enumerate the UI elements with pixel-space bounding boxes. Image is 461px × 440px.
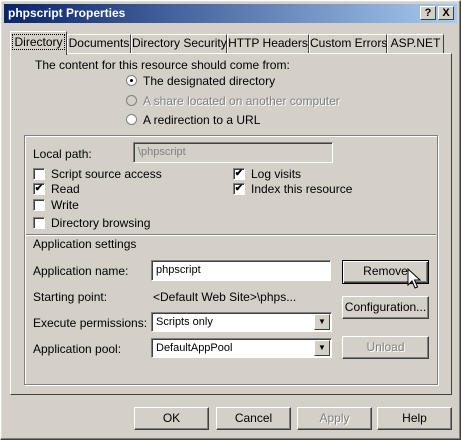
mouse-cursor-icon (407, 268, 422, 289)
app-settings-heading: Application settings (33, 237, 137, 251)
write-label[interactable]: Write (51, 198, 79, 212)
checkbox-log-visits[interactable]: ✔ (233, 168, 245, 180)
tab-documents[interactable]: Documents (67, 34, 131, 53)
read-label[interactable]: Read (51, 182, 80, 196)
app-pool-value: DefaultAppPool (156, 342, 233, 354)
app-name-input[interactable]: phpscript (151, 260, 331, 281)
close-title-button[interactable]: X (438, 6, 454, 20)
dropdown-arrow-icon[interactable]: ▼ (314, 340, 330, 356)
index-resource-label[interactable]: Index this resource (251, 182, 352, 196)
cancel-button[interactable]: Cancel (216, 407, 291, 430)
checkbox-index-resource[interactable]: ✔ (233, 183, 245, 195)
configuration-button[interactable]: Configuration... (342, 296, 429, 319)
checkbox-directory-browsing[interactable] (33, 217, 45, 229)
check-icon: ✔ (34, 183, 44, 194)
log-visits-label[interactable]: Log visits (251, 167, 301, 181)
radio-redirection-label[interactable]: A redirection to a URL (143, 113, 260, 127)
exec-perm-select[interactable]: Scripts only ▼ (151, 312, 332, 332)
radio-redirection[interactable] (126, 114, 137, 125)
tab-directory-security[interactable]: Directory Security (131, 34, 227, 53)
window-title: phpscript Properties (8, 6, 126, 20)
apply-button: Apply (297, 407, 372, 430)
script-source-label[interactable]: Script source access (51, 167, 162, 181)
starting-point-value: <Default Web Site>\phps... (153, 290, 297, 304)
check-icon: ✔ (234, 183, 244, 194)
properties-dialog: phpscript Properties ? X Directory Docum… (0, 0, 461, 440)
help-button[interactable]: Help (377, 407, 452, 430)
tab-custom-errors[interactable]: Custom Errors (309, 34, 387, 53)
radio-share (126, 95, 137, 106)
app-pool-select[interactable]: DefaultAppPool ▼ (151, 338, 332, 358)
tab-panel: The content for this resource should com… (10, 53, 452, 395)
local-path-label: Local path: (33, 147, 92, 161)
directory-browsing-label[interactable]: Directory browsing (51, 216, 150, 230)
starting-point-label: Starting point: (33, 290, 108, 304)
divider (26, 234, 436, 236)
tab-directory[interactable]: Directory (10, 31, 67, 55)
ok-button[interactable]: OK (134, 407, 209, 430)
app-pool-label: Application pool: (33, 342, 122, 356)
check-icon: ✔ (234, 168, 244, 179)
radio-share-label: A share located on another computer (143, 94, 340, 108)
app-name-label: Application name: (33, 264, 129, 278)
tab-aspnet[interactable]: ASP.NET (387, 34, 444, 53)
radio-designated-directory[interactable] (126, 75, 137, 86)
help-title-button[interactable]: ? (420, 6, 436, 20)
checkbox-script-source[interactable] (33, 168, 45, 180)
tab-http-headers[interactable]: HTTP Headers (227, 34, 309, 53)
dropdown-arrow-icon[interactable]: ▼ (314, 314, 330, 330)
checkbox-read[interactable]: ✔ (33, 183, 45, 195)
radio-designated-directory-label[interactable]: The designated directory (143, 74, 275, 88)
title-bar[interactable]: phpscript Properties ? X (4, 4, 457, 23)
exec-perm-value: Scripts only (156, 316, 213, 328)
unload-button: Unload (342, 336, 429, 359)
exec-perm-label: Execute permissions: (33, 316, 148, 330)
local-path-field: \phpscript (133, 142, 333, 163)
content-source-heading: The content for this resource should com… (35, 58, 290, 72)
checkbox-write[interactable] (33, 199, 45, 211)
